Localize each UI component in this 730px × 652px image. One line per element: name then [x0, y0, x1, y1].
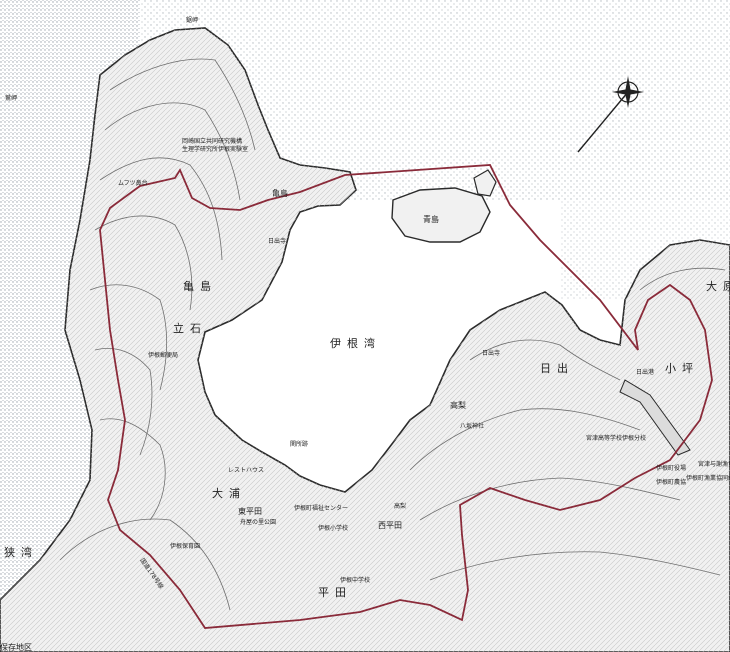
label-tateishi: 立石	[173, 321, 207, 335]
label-nishihirata: 西平田	[378, 521, 402, 530]
label-kanomisaki: 鋸岬	[186, 16, 198, 24]
label-hiji-temple: 日出寺	[482, 349, 500, 357]
label-fish-coop: 伊根町漁業協同組合	[686, 474, 730, 482]
label-aoshima-peak: 亀島	[272, 188, 288, 198]
label-institute-1: 岡崎国立共同研究機構	[182, 137, 242, 145]
label-hiji: 日出	[540, 361, 574, 375]
label-welfare: 伊根町福祉センター	[294, 504, 348, 512]
label-elementary: 伊根小学校	[318, 524, 348, 532]
label-highschool: 宮津高等学校伊根分校	[586, 434, 646, 442]
label-post-office: 伊根郵便局	[148, 351, 178, 359]
label-hiji-station: 日出港	[636, 368, 654, 376]
label-washizaki: 鷲岬	[5, 94, 17, 102]
label-ko: 小坪	[665, 362, 699, 375]
label-ine-bay: 伊根湾	[330, 336, 381, 350]
label-nursery: 伊根保育園	[170, 542, 200, 550]
map-svg: 鋸岬 鷲岬 岡崎国立共同研究機構 生理学研究所伊根実験室 ムフツ鼻台 亀島 青島…	[0, 0, 730, 652]
label-kaminobaba: 高梨	[394, 502, 406, 510]
label-west-strait: 狭湾	[4, 545, 38, 559]
label-sea-park: 舟屋の里公園	[240, 518, 276, 526]
aoshima-island	[391, 187, 491, 243]
label-shrine: 八坂神社	[460, 422, 484, 430]
label-hideyoshi: 日出寺	[268, 237, 286, 245]
label-hirata: 平田	[318, 586, 352, 599]
label-sekiba: 関所跡	[290, 440, 308, 448]
label-agri-coop: 伊根町農協	[656, 478, 686, 486]
label-kameshima: 亀島	[183, 279, 217, 293]
label-left-bottom: 保存地区	[0, 642, 32, 652]
label-middle-school: 伊根中学校	[340, 576, 370, 584]
label-institute-2: 生理学研究所伊根実験室	[182, 145, 248, 153]
label-takanashi: 高梨	[450, 400, 466, 410]
label-fishery: 宮津与謝漁協	[698, 460, 730, 468]
label-town-office: 伊根町役場	[656, 464, 686, 472]
label-nyu: 大浦	[212, 486, 246, 500]
label-aoshima-island: 青島	[423, 214, 439, 224]
label-ohara: 大原	[706, 279, 730, 293]
label-guesthouse: レストハウス	[228, 466, 264, 474]
label-mufusu: ムフツ鼻台	[118, 179, 148, 187]
label-hirata-east: 東平田	[238, 506, 262, 516]
map-canvas: 鋸岬 鷲岬 岡崎国立共同研究機構 生理学研究所伊根実験室 ムフツ鼻台 亀島 青島…	[0, 0, 730, 652]
